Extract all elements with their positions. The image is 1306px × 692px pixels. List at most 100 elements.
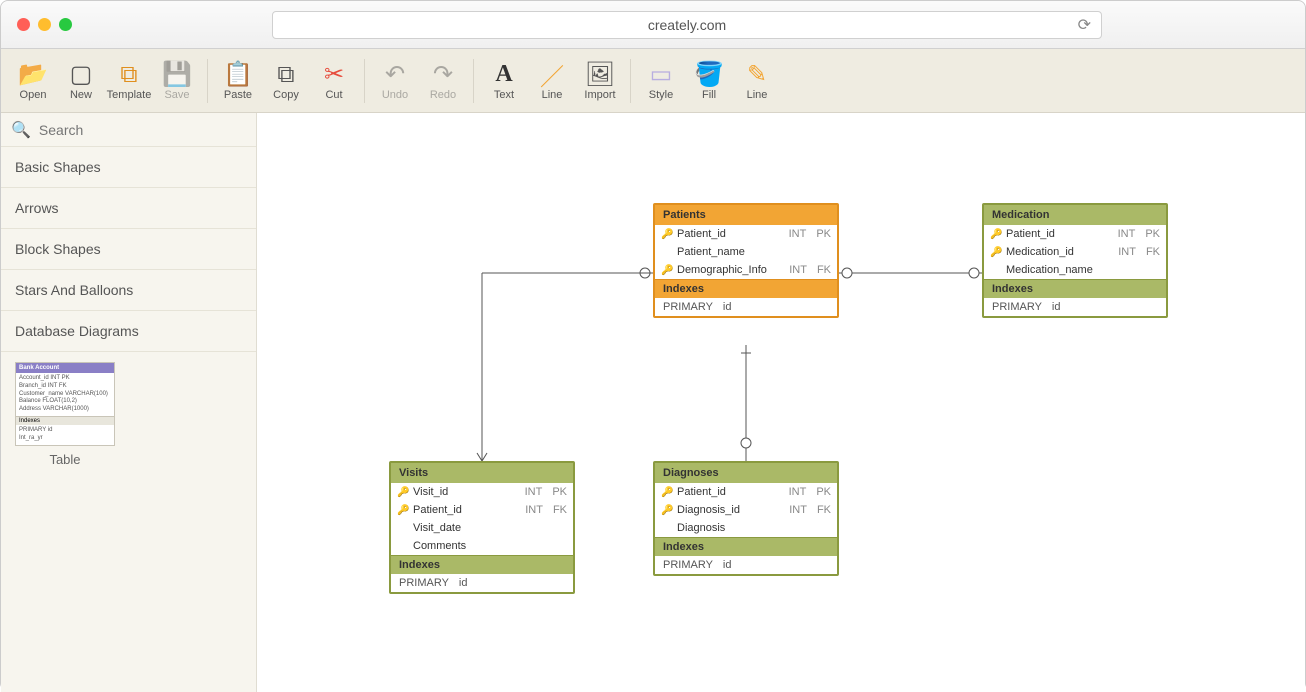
maximize-window-icon[interactable] <box>59 18 72 31</box>
workspace: 🔍 Basic ShapesArrowsBlock ShapesStars An… <box>1 113 1305 692</box>
fk-key-icon: 🔑 <box>990 247 1000 258</box>
column-keytype: FK <box>817 264 831 276</box>
template-label: Template <box>107 89 152 101</box>
indexes-header: Indexes <box>655 537 837 556</box>
paste-label: Paste <box>224 89 252 101</box>
column-type: INT <box>525 504 543 516</box>
style-label: Style <box>649 89 673 101</box>
thumb-idx-label: Indexes <box>16 416 114 425</box>
sidebar-item-stars-and-balloons[interactable]: Stars And Balloons <box>1 270 256 311</box>
fk-key-icon: 🔑 <box>661 505 671 516</box>
text-label: Text <box>494 89 514 101</box>
table-patients[interactable]: Patients🔑Patient_idINTPKPatient_name🔑Dem… <box>653 203 839 318</box>
copy-button[interactable]: ⧉Copy <box>262 53 310 109</box>
pk-key-icon: 🔑 <box>397 487 407 498</box>
paste-button[interactable]: 📋Paste <box>214 53 262 109</box>
reload-icon[interactable]: ⟳ <box>1078 15 1091 35</box>
line-button[interactable]: ／Line <box>528 53 576 109</box>
table-diagnoses-row: Diagnosis <box>655 519 837 537</box>
minimize-window-icon[interactable] <box>38 18 51 31</box>
sidebar-search: 🔍 <box>1 113 256 147</box>
column-type: INT <box>789 504 807 516</box>
toolbar: 📂Open▢New⧉Template💾Save📋Paste⧉Copy✂Cut↶U… <box>1 49 1305 113</box>
save-button: 💾Save <box>153 53 201 109</box>
fill-button[interactable]: 🪣Fill <box>685 53 733 109</box>
thumb-idx: PRIMARY idInt_ra_yr <box>16 425 114 445</box>
browser-chrome: creately.com ⟳ <box>1 1 1305 49</box>
template-button[interactable]: ⧉Template <box>105 53 153 109</box>
toolbar-separator <box>207 59 208 103</box>
text-icon: A <box>490 61 518 89</box>
fk-key-icon: 🔑 <box>397 505 407 516</box>
fill-label: Fill <box>702 89 716 101</box>
table-visits-row: Visit_date <box>391 519 573 537</box>
shape-preview: Bank Account Account_id INT PKBranch_id … <box>1 352 256 477</box>
table-diagnoses-row: 🔑Diagnosis_idINTFK <box>655 501 837 519</box>
thumb-title: Bank Account <box>16 363 114 373</box>
open-label: Open <box>20 89 47 101</box>
column-type: INT <box>789 264 807 276</box>
template-icon: ⧉ <box>115 61 143 89</box>
sidebar-item-block-shapes[interactable]: Block Shapes <box>1 229 256 270</box>
new-button[interactable]: ▢New <box>57 53 105 109</box>
table-diagnoses[interactable]: Diagnoses🔑Patient_idINTPK🔑Diagnosis_idIN… <box>653 461 839 576</box>
cut-button[interactable]: ✂Cut <box>310 53 358 109</box>
indexes-header: Indexes <box>655 279 837 298</box>
table-medication[interactable]: Medication🔑Patient_idINTPK🔑Medication_id… <box>982 203 1168 318</box>
pk-key-icon: 🔑 <box>990 229 1000 240</box>
table-visits[interactable]: Visits🔑Visit_idINTPK🔑Patient_idINTFKVisi… <box>389 461 575 594</box>
table-medication-row: 🔑Patient_idINTPK <box>984 225 1166 243</box>
column-keytype: PK <box>816 228 831 240</box>
column-keytype: FK <box>1146 246 1160 258</box>
table-visits-row: Comments <box>391 537 573 555</box>
index-row: PRIMARYid <box>984 298 1166 316</box>
text-button[interactable]: AText <box>480 53 528 109</box>
thumb-rows: Account_id INT PKBranch_id INT FKCustome… <box>16 373 114 416</box>
line2-button[interactable]: ✎Line <box>733 53 781 109</box>
table-patients-row: Patient_name <box>655 243 837 261</box>
address-bar[interactable]: creately.com ⟳ <box>272 11 1102 39</box>
column-name: Patient_name <box>677 246 831 258</box>
open-button[interactable]: 📂Open <box>9 53 57 109</box>
address-bar-url: creately.com <box>648 17 726 33</box>
table-diagnoses-title: Diagnoses <box>655 463 837 483</box>
line2-label: Line <box>747 89 768 101</box>
column-keytype: FK <box>553 504 567 516</box>
sidebar-item-basic-shapes[interactable]: Basic Shapes <box>1 147 256 188</box>
column-name: Visit_id <box>413 486 519 498</box>
table-visits-row: 🔑 Visit_id INT PK <box>391 483 573 501</box>
column-keytype: PK <box>552 486 567 498</box>
sidebar-item-arrows[interactable]: Arrows <box>1 188 256 229</box>
index-row: PRIMARYid <box>655 298 837 316</box>
redo-button: ↷Redo <box>419 53 467 109</box>
table-shape-thumb[interactable]: Bank Account Account_id INT PKBranch_id … <box>15 362 115 446</box>
toolbar-separator <box>364 59 365 103</box>
table-medication-title: Medication <box>984 205 1166 225</box>
close-window-icon[interactable] <box>17 18 30 31</box>
column-type: INT <box>789 228 807 240</box>
column-type: INT <box>525 486 543 498</box>
fill-icon: 🪣 <box>695 61 723 89</box>
save-icon: 💾 <box>163 61 191 89</box>
paste-icon: 📋 <box>224 61 252 89</box>
window-controls <box>17 18 72 31</box>
column-keytype: FK <box>817 504 831 516</box>
table-medication-row: 🔑Medication_idINTFK <box>984 243 1166 261</box>
table-patients-row: 🔑Demographic_InfoINTFK <box>655 261 837 279</box>
style-button[interactable]: ▭Style <box>637 53 685 109</box>
search-input[interactable] <box>39 122 246 138</box>
column-name: Patient_id <box>1006 228 1112 240</box>
canvas[interactable]: Patients🔑Patient_idINTPKPatient_name🔑Dem… <box>257 113 1305 692</box>
column-type: INT <box>1118 228 1136 240</box>
index-row: PRIMARYid <box>391 574 573 592</box>
shape-preview-label: Table <box>15 446 115 467</box>
column-name: Patient_id <box>677 486 783 498</box>
column-name: Medication_name <box>1006 264 1160 276</box>
search-icon: 🔍 <box>11 120 31 140</box>
pk-key-icon: 🔑 <box>661 229 671 240</box>
save-label: Save <box>164 89 189 101</box>
indexes-header: Indexes <box>391 555 573 574</box>
import-button[interactable]: 🖼Import <box>576 53 624 109</box>
sidebar-item-database-diagrams[interactable]: Database Diagrams <box>1 311 256 352</box>
column-name: Patient_id <box>677 228 783 240</box>
